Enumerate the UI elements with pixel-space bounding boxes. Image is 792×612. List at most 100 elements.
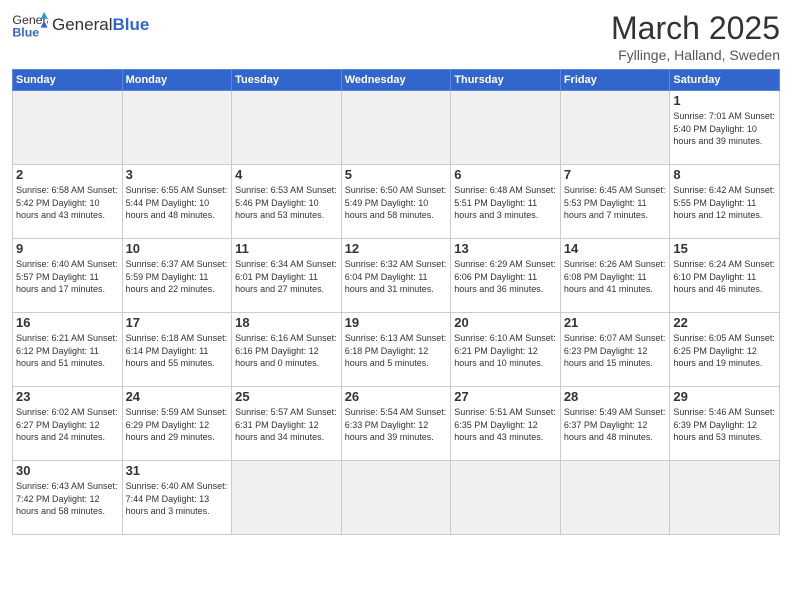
calendar-day-cell: 10 Sunrise: 6:37 AM Sunset: 5:59 PM Dayli…: [122, 239, 232, 313]
day-of-week-header: Saturday: [670, 70, 780, 91]
day-number: 11: [235, 241, 338, 256]
calendar-body: 1Sunrise: 7:01 AM Sunset: 5:40 PM Daylig…: [13, 91, 780, 535]
day-info: Sunrise: 6:40 AM Sunset: 7:44 PM Dayligh…: [126, 480, 229, 518]
day-info: Sunrise: 6:40 AM Sunset: 5:57 PM Dayligh…: [16, 258, 119, 296]
day-number: 26: [345, 389, 448, 404]
day-info: Sunrise: 5:54 AM Sunset: 6:33 PM Dayligh…: [345, 406, 448, 444]
day-number: 2: [16, 167, 119, 182]
calendar-day-cell: 16 Sunrise: 6:21 AM Sunset: 6:12 PM Dayli…: [13, 313, 123, 387]
day-info: Sunrise: 6:58 AM Sunset: 5:42 PM Dayligh…: [16, 184, 119, 222]
day-number: 3: [126, 167, 229, 182]
day-of-week-header: Monday: [122, 70, 232, 91]
day-info: Sunrise: 6:16 AM Sunset: 6:16 PM Dayligh…: [235, 332, 338, 370]
svg-text:Blue: Blue: [12, 25, 39, 39]
day-number: 12: [345, 241, 448, 256]
day-number: 8: [673, 167, 776, 182]
calendar-day-cell: 27 Sunrise: 5:51 AM Sunset: 6:35 PM Dayli…: [451, 387, 561, 461]
day-number: 23: [16, 389, 119, 404]
day-info: Sunrise: 6:24 AM Sunset: 6:10 PM Dayligh…: [673, 258, 776, 296]
calendar-week-row: 2 Sunrise: 6:58 AM Sunset: 5:42 PM Daylig…: [13, 165, 780, 239]
day-info: Sunrise: 6:29 AM Sunset: 6:06 PM Dayligh…: [454, 258, 557, 296]
day-number: 17: [126, 315, 229, 330]
calendar-day-cell: 12 Sunrise: 6:32 AM Sunset: 6:04 PM Dayli…: [341, 239, 451, 313]
calendar-day-cell: [122, 91, 232, 165]
day-number: 13: [454, 241, 557, 256]
calendar-day-cell: 11 Sunrise: 6:34 AM Sunset: 6:01 PM Dayli…: [232, 239, 342, 313]
calendar-header: SundayMondayTuesdayWednesdayThursdayFrid…: [13, 70, 780, 91]
day-info: Sunrise: 5:57 AM Sunset: 6:31 PM Dayligh…: [235, 406, 338, 444]
calendar-day-cell: [451, 461, 561, 535]
day-number: 4: [235, 167, 338, 182]
calendar-day-cell: 17 Sunrise: 6:18 AM Sunset: 6:14 PM Dayli…: [122, 313, 232, 387]
day-info: Sunrise: 5:49 AM Sunset: 6:37 PM Dayligh…: [564, 406, 667, 444]
day-number: 16: [16, 315, 119, 330]
calendar-day-cell: [560, 461, 670, 535]
day-number: 15: [673, 241, 776, 256]
day-number: 9: [16, 241, 119, 256]
calendar-week-row: 16 Sunrise: 6:21 AM Sunset: 6:12 PM Dayli…: [13, 313, 780, 387]
calendar-day-cell: 29Sunrise: 5:46 AM Sunset: 6:39 PM Dayli…: [670, 387, 780, 461]
day-info: Sunrise: 6:43 AM Sunset: 7:42 PM Dayligh…: [16, 480, 119, 518]
month-title: March 2025: [611, 10, 780, 47]
location: Fyllinge, Halland, Sweden: [611, 47, 780, 63]
day-number: 10: [126, 241, 229, 256]
calendar-day-cell: 31Sunrise: 6:40 AM Sunset: 7:44 PM Dayli…: [122, 461, 232, 535]
day-number: 25: [235, 389, 338, 404]
day-info: Sunrise: 6:42 AM Sunset: 5:55 PM Dayligh…: [673, 184, 776, 222]
calendar-day-cell: 8 Sunrise: 6:42 AM Sunset: 5:55 PM Daylig…: [670, 165, 780, 239]
calendar-day-cell: 24 Sunrise: 5:59 AM Sunset: 6:29 PM Dayli…: [122, 387, 232, 461]
calendar-day-cell: [341, 91, 451, 165]
calendar-day-cell: 9 Sunrise: 6:40 AM Sunset: 5:57 PM Daylig…: [13, 239, 123, 313]
day-info: Sunrise: 6:32 AM Sunset: 6:04 PM Dayligh…: [345, 258, 448, 296]
day-info: Sunrise: 6:07 AM Sunset: 6:23 PM Dayligh…: [564, 332, 667, 370]
day-info: Sunrise: 5:51 AM Sunset: 6:35 PM Dayligh…: [454, 406, 557, 444]
day-info: Sunrise: 6:18 AM Sunset: 6:14 PM Dayligh…: [126, 332, 229, 370]
day-info: Sunrise: 6:45 AM Sunset: 5:53 PM Dayligh…: [564, 184, 667, 222]
day-info: Sunrise: 6:05 AM Sunset: 6:25 PM Dayligh…: [673, 332, 776, 370]
day-number: 7: [564, 167, 667, 182]
day-number: 18: [235, 315, 338, 330]
calendar-day-cell: 25 Sunrise: 5:57 AM Sunset: 6:31 PM Dayli…: [232, 387, 342, 461]
calendar-day-cell: 14Sunrise: 6:26 AM Sunset: 6:08 PM Dayli…: [560, 239, 670, 313]
day-info: Sunrise: 6:13 AM Sunset: 6:18 PM Dayligh…: [345, 332, 448, 370]
calendar-day-cell: 15 Sunrise: 6:24 AM Sunset: 6:10 PM Dayli…: [670, 239, 780, 313]
calendar-day-cell: 19 Sunrise: 6:13 AM Sunset: 6:18 PM Dayli…: [341, 313, 451, 387]
calendar-table: SundayMondayTuesdayWednesdayThursdayFrid…: [12, 69, 780, 535]
day-info: Sunrise: 6:50 AM Sunset: 5:49 PM Dayligh…: [345, 184, 448, 222]
day-info: Sunrise: 7:01 AM Sunset: 5:40 PM Dayligh…: [673, 110, 776, 148]
calendar-day-cell: 6Sunrise: 6:48 AM Sunset: 5:51 PM Daylig…: [451, 165, 561, 239]
day-number: 28: [564, 389, 667, 404]
calendar-week-row: 1Sunrise: 7:01 AM Sunset: 5:40 PM Daylig…: [13, 91, 780, 165]
day-info: Sunrise: 5:59 AM Sunset: 6:29 PM Dayligh…: [126, 406, 229, 444]
calendar-day-cell: 20Sunrise: 6:10 AM Sunset: 6:21 PM Dayli…: [451, 313, 561, 387]
calendar-day-cell: [560, 91, 670, 165]
day-number: 19: [345, 315, 448, 330]
day-of-week-header: Sunday: [13, 70, 123, 91]
calendar-day-cell: 22Sunrise: 6:05 AM Sunset: 6:25 PM Dayli…: [670, 313, 780, 387]
day-number: 20: [454, 315, 557, 330]
calendar-day-cell: [670, 461, 780, 535]
logo-icon: General Blue: [12, 10, 48, 40]
title-block: March 2025 Fyllinge, Halland, Sweden: [611, 10, 780, 63]
day-info: Sunrise: 6:37 AM Sunset: 5:59 PM Dayligh…: [126, 258, 229, 296]
logo-text: GeneralBlue: [52, 16, 149, 35]
calendar-day-cell: 28 Sunrise: 5:49 AM Sunset: 6:37 PM Dayli…: [560, 387, 670, 461]
calendar-day-cell: 3Sunrise: 6:55 AM Sunset: 5:44 PM Daylig…: [122, 165, 232, 239]
calendar-day-cell: [13, 91, 123, 165]
day-info: Sunrise: 6:26 AM Sunset: 6:08 PM Dayligh…: [564, 258, 667, 296]
calendar-day-cell: 13 Sunrise: 6:29 AM Sunset: 6:06 PM Dayli…: [451, 239, 561, 313]
day-number: 27: [454, 389, 557, 404]
day-info: Sunrise: 6:02 AM Sunset: 6:27 PM Dayligh…: [16, 406, 119, 444]
day-info: Sunrise: 6:21 AM Sunset: 6:12 PM Dayligh…: [16, 332, 119, 370]
calendar-week-row: 30 Sunrise: 6:43 AM Sunset: 7:42 PM Dayli…: [13, 461, 780, 535]
day-of-week-header: Wednesday: [341, 70, 451, 91]
logo: General Blue GeneralBlue: [12, 10, 149, 40]
calendar-day-cell: 7 Sunrise: 6:45 AM Sunset: 5:53 PM Daylig…: [560, 165, 670, 239]
header: General Blue GeneralBlue March 2025 Fyll…: [12, 10, 780, 63]
day-number: 30: [16, 463, 119, 478]
day-of-week-header: Tuesday: [232, 70, 342, 91]
day-info: Sunrise: 6:34 AM Sunset: 6:01 PM Dayligh…: [235, 258, 338, 296]
calendar-day-cell: 5Sunrise: 6:50 AM Sunset: 5:49 PM Daylig…: [341, 165, 451, 239]
day-number: 24: [126, 389, 229, 404]
calendar-day-cell: 4Sunrise: 6:53 AM Sunset: 5:46 PM Daylig…: [232, 165, 342, 239]
